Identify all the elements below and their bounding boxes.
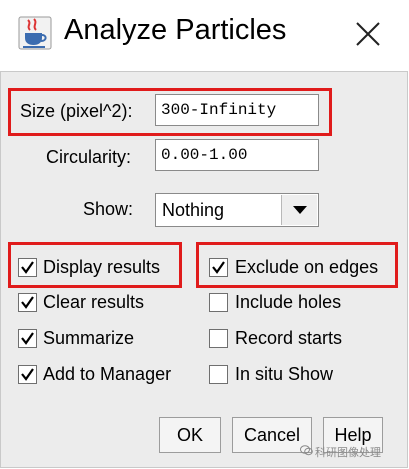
- checkmark-icon: [21, 332, 34, 345]
- in-situ-show-checkbox[interactable]: [209, 365, 228, 384]
- record-starts-checkbox[interactable]: [209, 329, 228, 348]
- circularity-input[interactable]: 0.00-1.00: [155, 139, 319, 171]
- dropdown-arrow-button[interactable]: [281, 195, 317, 225]
- checkmark-icon: [21, 261, 34, 274]
- in-situ-show-label[interactable]: In situ Show: [235, 364, 333, 385]
- java-cup-icon: [18, 16, 52, 50]
- checkmark-icon: [212, 261, 225, 274]
- include-holes-checkbox[interactable]: [209, 293, 228, 312]
- record-starts-label[interactable]: Record starts: [235, 328, 342, 349]
- chevron-down-icon: [293, 206, 307, 214]
- add-to-manager-checkbox[interactable]: [18, 365, 37, 384]
- include-holes-label[interactable]: Include holes: [235, 292, 341, 313]
- watermark-text: 科研图像处理: [315, 447, 381, 459]
- summarize-label[interactable]: Summarize: [43, 328, 134, 349]
- title-bar: Analyze Particles: [0, 0, 409, 71]
- display-results-checkbox[interactable]: [18, 258, 37, 277]
- ok-button[interactable]: OK: [159, 417, 221, 453]
- size-label: Size (pixel^2):: [20, 101, 133, 121]
- show-dropdown[interactable]: Nothing: [155, 193, 319, 227]
- show-label: Show:: [83, 199, 134, 219]
- wechat-icon: [300, 445, 313, 456]
- circularity-label: Circularity:: [46, 147, 132, 167]
- add-to-manager-label[interactable]: Add to Manager: [43, 364, 171, 385]
- clear-results-checkbox[interactable]: [18, 293, 37, 312]
- checkmark-icon: [21, 296, 34, 309]
- checkmark-icon: [21, 368, 34, 381]
- summarize-checkbox[interactable]: [18, 329, 37, 348]
- exclude-on-edges-label[interactable]: Exclude on edges: [235, 257, 378, 278]
- clear-results-label[interactable]: Clear results: [43, 292, 144, 313]
- close-icon[interactable]: [352, 18, 384, 50]
- exclude-on-edges-checkbox[interactable]: [209, 258, 228, 277]
- show-selected-value: Nothing: [162, 200, 225, 220]
- size-input[interactable]: 300-Infinity: [155, 94, 319, 126]
- window-title: Analyze Particles: [64, 14, 287, 46]
- display-results-label[interactable]: Display results: [43, 257, 160, 278]
